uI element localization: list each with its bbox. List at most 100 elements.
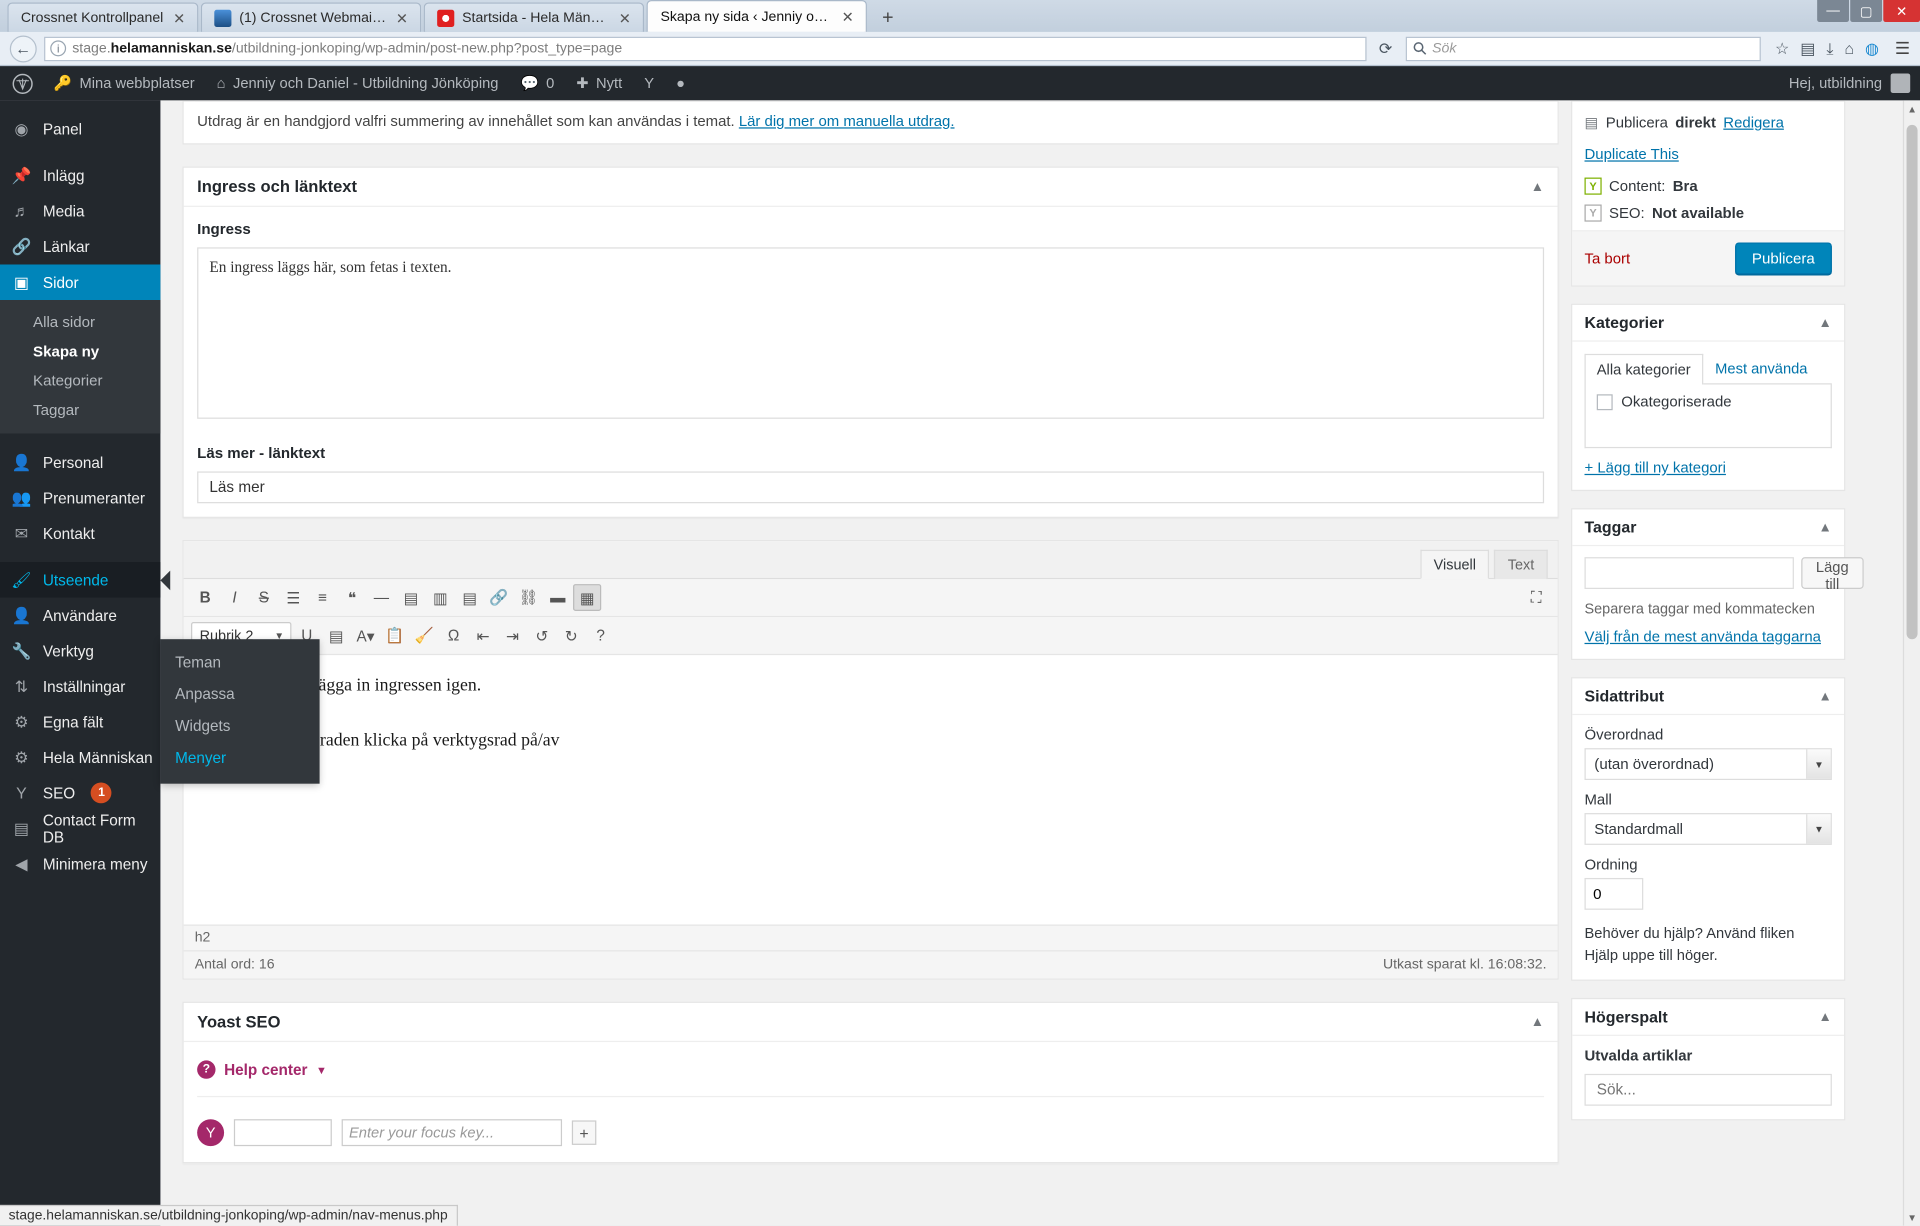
scrollbar-thumb[interactable] [1906,124,1918,640]
add-keyword-button[interactable]: + [571,1120,597,1145]
browser-tab-1[interactable]: Crossnet Kontrollpanel ✕ [7,2,199,32]
sidebar-item-panel[interactable]: ◉ Panel [0,111,160,147]
chevron-up-icon[interactable]: ▲ [1819,1010,1832,1025]
chevron-up-icon[interactable]: ▲ [1531,179,1544,194]
admin-bar-my-sites[interactable]: 🔑 Mina webbplatser [43,66,206,100]
numbered-list-icon[interactable]: ≡ [309,584,337,611]
chevron-up-icon[interactable]: ▲ [1531,1014,1544,1029]
yoast-help-center[interactable]: ? Help center ▼ [197,1056,1544,1084]
toolbar-toggle-icon[interactable]: ▦ [573,584,602,612]
text-color-icon[interactable]: A▾ [351,622,379,649]
admin-bar-extra[interactable]: ● [665,66,696,100]
parent-select[interactable]: (utan överordnad) ▼ [1584,748,1832,781]
sidebar-item-hela-manniskan[interactable]: ⚙ Hela Människan [0,740,160,776]
yoast-tab-select[interactable] [233,1119,332,1147]
trash-link[interactable]: Ta bort [1585,250,1631,267]
url-bar[interactable]: i stage.helamanniskan.se/utbildning-jonk… [44,36,1366,61]
flyout-item-teman[interactable]: Teman [160,647,319,679]
add-new-category-link[interactable]: + Lägg till ny kategori [1585,459,1726,476]
sidebar-item-egna-falt[interactable]: ⚙ Egna fält [0,704,160,740]
sidebar-item-utseende[interactable]: 🖌 Utseende [0,562,171,598]
focus-keyword-input[interactable]: Enter your focus key... [341,1119,563,1147]
strikethrough-icon[interactable]: S [250,584,278,611]
sidebar-subitem-taggar[interactable]: Taggar [0,396,160,425]
flyout-item-widgets[interactable]: Widgets [160,710,319,742]
sidebar-item-anvandare[interactable]: 👤 Användare [0,598,160,634]
browser-search-input[interactable]: Sök [1405,36,1761,61]
sidebar-item-kontakt[interactable]: ✉ Kontakt [0,516,160,552]
tags-panel-header[interactable]: Taggar ▲ [1572,509,1845,547]
new-tab-button[interactable]: + [870,7,906,31]
redo-icon[interactable]: ↻ [557,622,585,649]
checkbox[interactable] [1596,393,1613,410]
sidebar-item-seo[interactable]: Y SEO 1 [0,775,160,811]
tag-input[interactable] [1584,557,1794,589]
window-close-button[interactable]: ✕ [1883,0,1920,23]
remove-link-icon[interactable]: ⛓ [514,584,542,611]
browser-tab-2[interactable]: (1) Crossnet Webmail :: Ink... ✕ [201,2,422,32]
lasmer-input[interactable] [197,471,1545,504]
justify-icon[interactable]: ▤ [322,622,350,649]
chevron-up-icon[interactable]: ▲ [1819,315,1832,330]
bold-icon[interactable]: B [191,584,219,611]
read-more-icon[interactable]: ▬ [544,584,572,611]
indent-icon[interactable]: ⇥ [498,622,526,649]
paste-text-icon[interactable]: 📋 [381,622,409,649]
close-icon[interactable]: ✕ [171,10,188,25]
tab-alla-kategorier[interactable]: Alla kategorier [1584,353,1703,385]
clear-formatting-icon[interactable]: 🧹 [410,622,438,649]
scroll-down-icon[interactable]: ▼ [1904,1209,1920,1226]
yoast-postbox-header[interactable]: Yoast SEO ▲ [183,1003,1558,1043]
insert-link-icon[interactable]: 🔗 [485,584,513,611]
chevron-up-icon[interactable]: ▲ [1819,520,1832,535]
sidebar-subitem-alla-sidor[interactable]: Alla sidor [0,307,160,336]
site-info-icon[interactable]: i [50,40,67,57]
blockquote-icon[interactable]: ❝ [338,584,366,611]
fullscreen-icon[interactable]: ⛶ [1522,584,1550,611]
featured-search-input[interactable] [1584,1073,1832,1106]
add-tag-button[interactable]: Lägg till [1801,557,1864,593]
tab-mest-anvanda[interactable]: Mest använda [1703,353,1820,384]
excerpt-learn-more-link[interactable]: Lär dig mer om manuella utdrag. [739,113,955,130]
sidebar-item-verktyg[interactable]: 🔧 Verktyg [0,633,160,669]
ingress-postbox-header[interactable]: Ingress och länktext ▲ [183,168,1558,207]
close-icon[interactable]: ✕ [839,9,856,24]
minimize-button[interactable]: — [1817,0,1849,23]
scroll-up-icon[interactable]: ▲ [1904,100,1920,117]
sidebar-item-prenumeranter[interactable]: 👥 Prenumeranter [0,480,160,516]
reload-icon[interactable]: ⟳ [1373,39,1397,59]
sidebar-item-sidor[interactable]: ▣ Sidor [0,264,171,301]
home-icon[interactable]: ⌂ [1844,39,1854,57]
sidebar-item-lankar[interactable]: 🔗 Länkar [0,229,160,265]
close-icon[interactable]: ✕ [616,10,633,25]
categories-panel-header[interactable]: Kategorier ▲ [1572,305,1845,342]
downloads-icon[interactable]: ⤓ [1826,39,1833,59]
sidebar-item-personal[interactable]: 👤 Personal [0,444,160,480]
chevron-up-icon[interactable]: ▲ [1819,689,1832,704]
page-attributes-header[interactable]: Sidattribut ▲ [1572,678,1845,716]
align-right-icon[interactable]: ▤ [456,584,484,611]
page-scrollbar[interactable]: ▲ ▼ [1902,100,1920,1226]
admin-bar-new[interactable]: ✚ Nytt [565,66,633,100]
chevron-down-icon[interactable]: ▼ [316,1063,327,1075]
choose-from-popular-tags-link[interactable]: Välj från de mest använda taggarna [1585,628,1821,645]
hamburger-menu-icon[interactable]: ☰ [1890,38,1910,59]
back-button[interactable]: ← [9,34,37,62]
sidebar-subitem-skapa-ny[interactable]: Skapa ny [0,337,160,366]
italic-icon[interactable]: I [220,584,248,611]
tab-text[interactable]: Text [1494,549,1548,580]
tab-visuell[interactable]: Visuell [1420,549,1490,580]
publish-button[interactable]: Publicera [1734,242,1832,275]
undo-icon[interactable]: ↺ [528,622,556,649]
bullet-list-icon[interactable]: ☰ [279,584,307,611]
close-icon[interactable]: ✕ [393,10,410,25]
align-left-icon[interactable]: ▤ [397,584,425,611]
sidebar-item-installningar[interactable]: ⇅ Inställningar [0,669,160,705]
ingress-textarea[interactable] [197,247,1545,419]
admin-bar-account[interactable]: Hej, utbildning [1789,73,1920,94]
chevron-down-icon[interactable]: ▼ [1806,814,1831,844]
align-center-icon[interactable]: ▥ [426,584,454,611]
admin-bar-yoast[interactable]: Y [633,66,665,100]
admin-bar-comments[interactable]: 💬 0 [509,66,565,100]
outdent-icon[interactable]: ⇤ [469,622,497,649]
